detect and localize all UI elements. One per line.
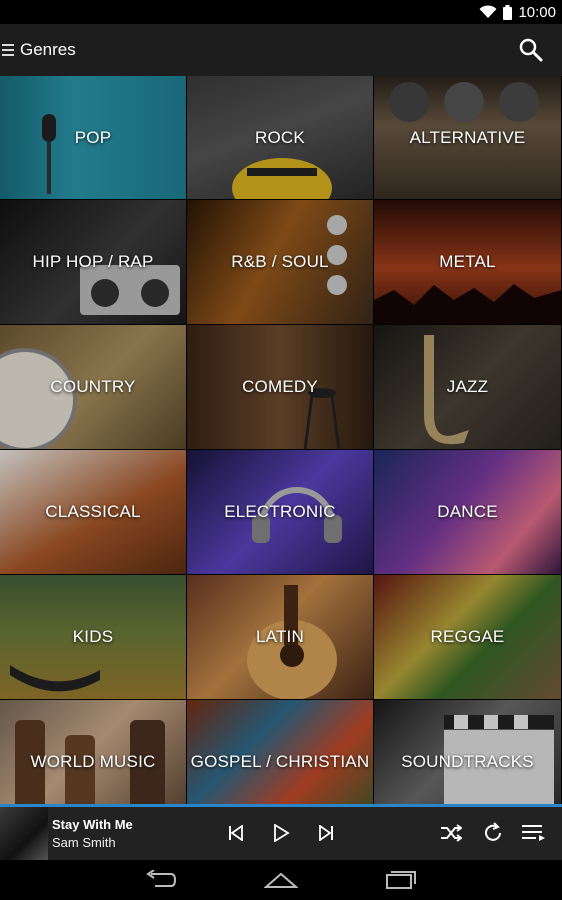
app-bar: Genres xyxy=(0,24,562,76)
queue-icon[interactable] xyxy=(520,819,548,847)
page-title: Genres xyxy=(20,40,76,59)
genre-tile-dance[interactable]: DANCE xyxy=(374,450,562,575)
album-art[interactable] xyxy=(0,807,48,860)
genre-label: WORLD MUSIC xyxy=(30,751,156,771)
genre-tile-latin[interactable]: LATIN xyxy=(187,575,374,700)
genre-tile-jazz[interactable]: JAZZ xyxy=(374,325,562,450)
home-icon[interactable] xyxy=(261,866,301,894)
status-bar: 10:00 xyxy=(0,0,562,24)
now-playing-song: Stay With Me xyxy=(52,817,133,832)
genre-label: LATIN xyxy=(256,627,304,646)
genre-label: JAZZ xyxy=(446,377,489,396)
genre-tile-pop[interactable]: POP xyxy=(0,76,187,200)
genre-label: R&B / SOUL xyxy=(231,252,329,271)
next-icon[interactable] xyxy=(312,819,340,847)
genre-tile-kids[interactable]: KIDS xyxy=(0,575,187,700)
now-playing-artist: Sam Smith xyxy=(52,835,116,850)
genre-tile-reggae[interactable]: REGGAE xyxy=(374,575,562,700)
genre-tile-alternative[interactable]: ALTERNATIVE xyxy=(374,76,562,200)
shuffle-icon[interactable] xyxy=(437,819,465,847)
genre-label: HIP HOP / RAP xyxy=(32,252,154,271)
genre-label: SOUNDTRACKS xyxy=(401,751,534,771)
play-icon[interactable] xyxy=(267,819,295,847)
search-icon[interactable] xyxy=(518,37,544,63)
genre-tile-metal[interactable]: METAL xyxy=(374,200,562,325)
genre-tile-hip-hop-rap[interactable]: HIP HOP / RAP xyxy=(0,200,187,325)
genre-label: COUNTRY xyxy=(50,377,136,396)
genre-tile-classical[interactable]: CLASSICAL xyxy=(0,450,187,575)
recents-icon[interactable] xyxy=(381,866,421,894)
now-playing-bar[interactable]: Stay With Me Sam Smith xyxy=(0,804,562,860)
system-nav-bar xyxy=(0,860,562,900)
genre-label: REGGAE xyxy=(430,627,505,646)
clock: 10:00 xyxy=(518,3,556,21)
genre-tile-rock[interactable]: ROCK xyxy=(187,76,374,200)
genre-label: METAL xyxy=(439,252,496,271)
back-icon[interactable] xyxy=(141,866,181,894)
genre-label: ALTERNATIVE xyxy=(409,127,526,147)
genre-label: ELECTRONIC xyxy=(224,502,336,521)
genre-label: CLASSICAL xyxy=(45,502,141,521)
genre-grid: POP ROCK ALTERNATIVE HIP HOP / RAP R&B /… xyxy=(0,76,562,824)
genre-tile-comedy[interactable]: COMEDY xyxy=(187,325,374,450)
wifi-icon xyxy=(479,5,497,18)
previous-icon[interactable] xyxy=(222,819,250,847)
genre-tile-country[interactable]: COUNTRY xyxy=(0,325,187,450)
genre-label: DANCE xyxy=(437,502,498,521)
genre-label: POP xyxy=(74,127,112,147)
genre-label: ROCK xyxy=(255,127,305,147)
genre-label: KIDS xyxy=(72,627,114,646)
repeat-icon[interactable] xyxy=(479,819,507,847)
genre-tile-electronic[interactable]: ELECTRONIC xyxy=(187,450,374,575)
genre-label: COMEDY xyxy=(242,377,318,396)
genre-label: GOSPEL / CHRISTIAN xyxy=(190,751,370,771)
genre-tile-rnb-soul[interactable]: R&B / SOUL xyxy=(187,200,374,325)
battery-icon xyxy=(503,4,513,20)
menu-icon[interactable] xyxy=(2,44,14,56)
